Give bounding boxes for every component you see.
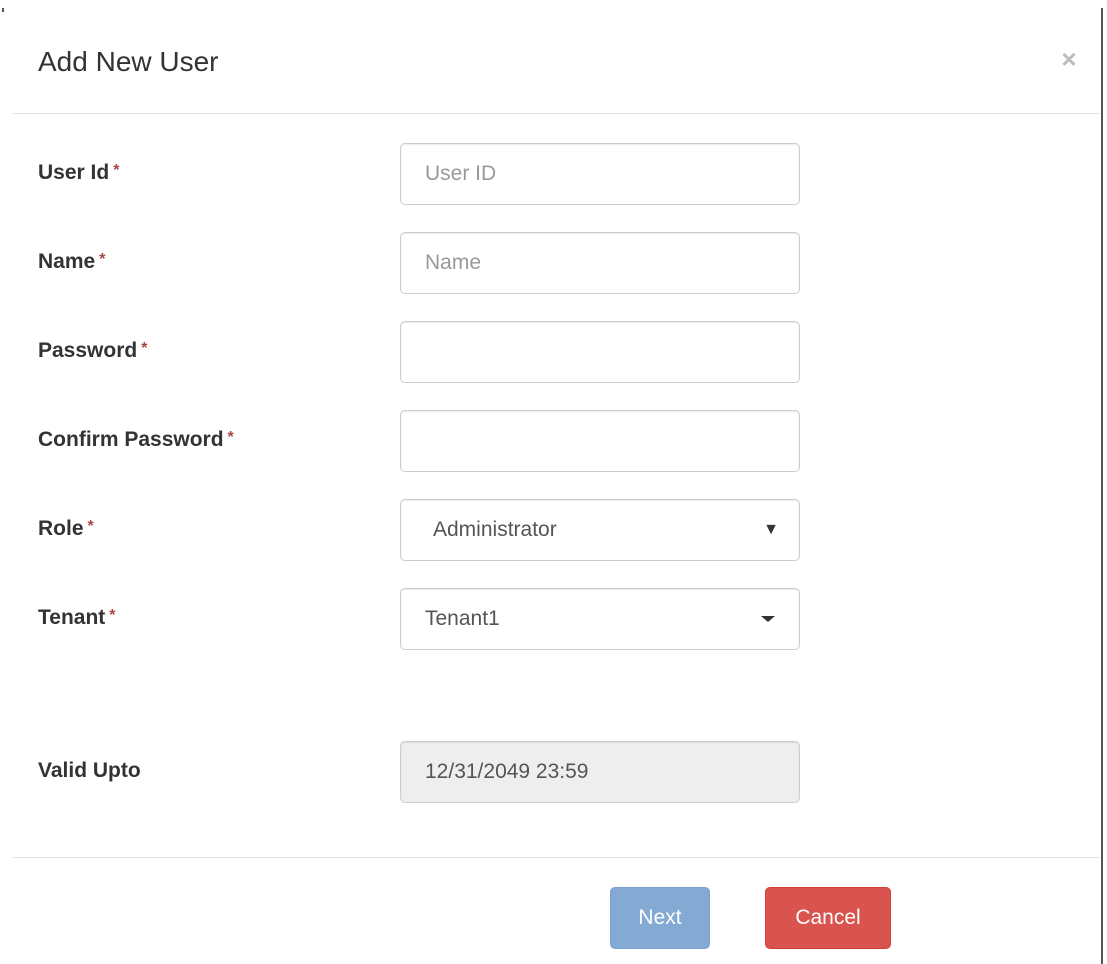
form-row-password: Password * [0, 321, 1107, 383]
form-row-name: Name * [0, 232, 1107, 294]
next-button[interactable]: Next [610, 887, 710, 949]
password-label: Password * [38, 339, 148, 362]
cancel-button[interactable]: Cancel [765, 887, 891, 949]
role-label: Role * [38, 517, 94, 540]
tenant-selected-value: Tenant1 [425, 607, 500, 630]
confirm-password-label: Confirm Password * [38, 428, 234, 451]
required-marker: * [227, 429, 234, 446]
required-marker: * [87, 518, 94, 535]
tenant-dropdown[interactable]: Tenant1 [400, 588, 800, 650]
corner-mark [2, 8, 4, 12]
name-label: Name * [38, 250, 106, 273]
dialog-footer: Next Cancel [12, 857, 1100, 964]
form-row-role: Role * Administrator ▼ [0, 499, 1107, 561]
form-row-user-id: User Id * [0, 143, 1107, 205]
close-icon: × [1061, 44, 1077, 74]
tenant-label: Tenant * [38, 606, 116, 629]
triangle-down-icon: ▼ [763, 521, 779, 538]
valid-upto-label: Valid Upto [38, 759, 141, 782]
password-input[interactable] [400, 321, 800, 383]
user-id-label: User Id * [38, 161, 120, 184]
user-id-input[interactable] [400, 143, 800, 205]
role-select[interactable]: Administrator ▼ [400, 499, 800, 561]
valid-upto-field [400, 741, 800, 803]
required-marker: * [99, 251, 106, 268]
confirm-password-input[interactable] [400, 410, 800, 472]
role-selected-value: Administrator [433, 518, 557, 541]
dialog-title: Add New User [38, 46, 219, 77]
caret-down-icon [761, 616, 775, 622]
form-row-tenant: Tenant * Tenant1 [0, 588, 1107, 650]
close-button[interactable]: × [1054, 44, 1084, 74]
required-marker: * [113, 162, 120, 179]
required-marker: * [109, 607, 116, 624]
name-input[interactable] [400, 232, 800, 294]
required-marker: * [141, 340, 148, 357]
form-row-valid-upto: Valid Upto [0, 741, 1107, 803]
form-row-confirm-password: Confirm Password * [0, 410, 1107, 472]
add-user-dialog: Add New User × User Id* Name* Password* … [0, 0, 1107, 964]
dialog-header: Add New User × [12, 0, 1100, 114]
